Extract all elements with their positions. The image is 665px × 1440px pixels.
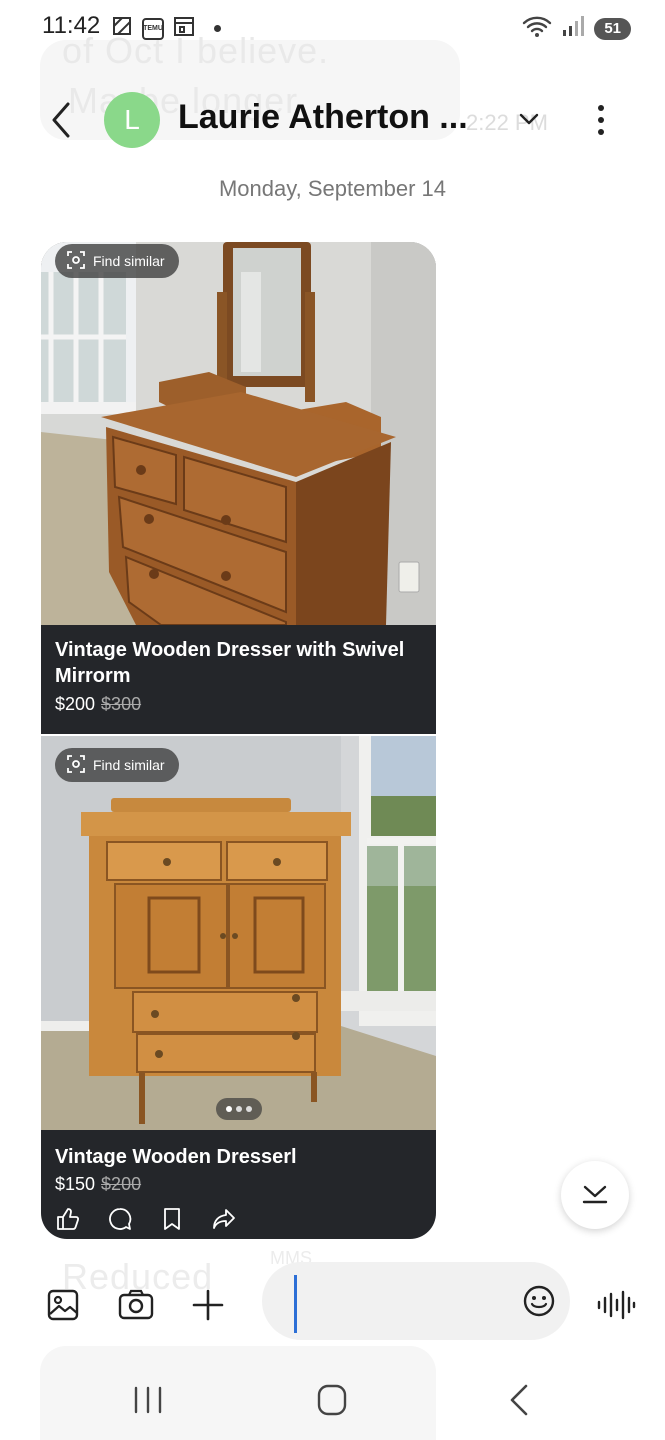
back-icon[interactable] [500,1382,540,1418]
voice-input-icon[interactable] [596,1288,636,1322]
calendar-icon [172,14,196,43]
system-status-icons: 51 [522,14,631,43]
back-button[interactable] [44,98,80,142]
signal-icon [562,15,585,42]
find-similar-label: Find similar [93,253,165,269]
scroll-to-bottom-button[interactable] [561,1161,629,1229]
chevron-down-icon[interactable] [516,108,542,130]
message-composer: MMS [0,1248,665,1354]
message-input[interactable] [262,1262,570,1340]
emoji-icon[interactable] [522,1284,556,1318]
battery-indicator: 51 [594,17,631,40]
conversation-header: L Laurie Atherton ... 2:22 PM [0,70,665,170]
gallery-icon[interactable] [46,1288,80,1322]
avatar[interactable]: L [104,92,160,148]
status-bar: 11:42 TEMU 51 [0,0,665,54]
find-similar-label: Find similar [93,757,165,773]
share-icon[interactable] [211,1206,237,1232]
product-price: $200 $300 [55,694,141,715]
original-price: $200 [101,1174,142,1194]
contact-name[interactable]: Laurie Atherton ... [178,98,468,137]
notification-icons: TEMU [110,14,221,43]
carousel-dot [236,1106,242,1112]
dresser-mirror-image [41,242,436,625]
chevron-down-icon [581,1181,609,1210]
scan-icon [67,250,85,272]
bookmark-icon[interactable] [159,1206,185,1232]
more-options-icon[interactable] [590,100,612,140]
current-price: $150 [55,1174,96,1194]
image-carousel-dots[interactable] [216,1098,262,1120]
app-notification-icon [110,14,134,43]
carousel-dot [246,1106,252,1112]
product-card[interactable]: Find similar Vintage Wooden Dresser with… [41,242,436,734]
wifi-icon [522,14,552,43]
product-price: $150 $200 [55,1174,141,1195]
navigation-bar [0,1360,665,1440]
comment-icon[interactable] [107,1206,133,1232]
find-similar-button[interactable]: Find similar [55,748,179,782]
like-icon[interactable] [55,1206,81,1232]
find-similar-button[interactable]: Find similar [55,244,179,278]
product-actions [55,1206,237,1232]
current-price: $200 [55,694,96,714]
plus-icon[interactable] [191,1288,225,1322]
product-title: Vintage Wooden Dresser with Swivel Mirro… [55,639,405,687]
carousel-dot-active [226,1106,232,1112]
status-time: 11:42 [42,12,101,39]
original-price: $300 [101,694,142,714]
home-icon[interactable] [312,1382,352,1418]
temu-icon: TEMU [142,17,164,40]
dresser-cabinet-image [41,736,436,1130]
product-card[interactable]: Find similar Vintage Wooden Dresserl $15… [41,736,436,1239]
date-separator: Monday, September 14 [218,176,447,201]
camera-icon[interactable] [117,1288,155,1322]
more-notifications-dot-icon [214,25,221,32]
product-title: Vintage Wooden Dresserl [55,1146,297,1168]
text-cursor [294,1275,297,1333]
recent-apps-icon[interactable] [128,1382,168,1418]
scan-icon [67,754,85,776]
